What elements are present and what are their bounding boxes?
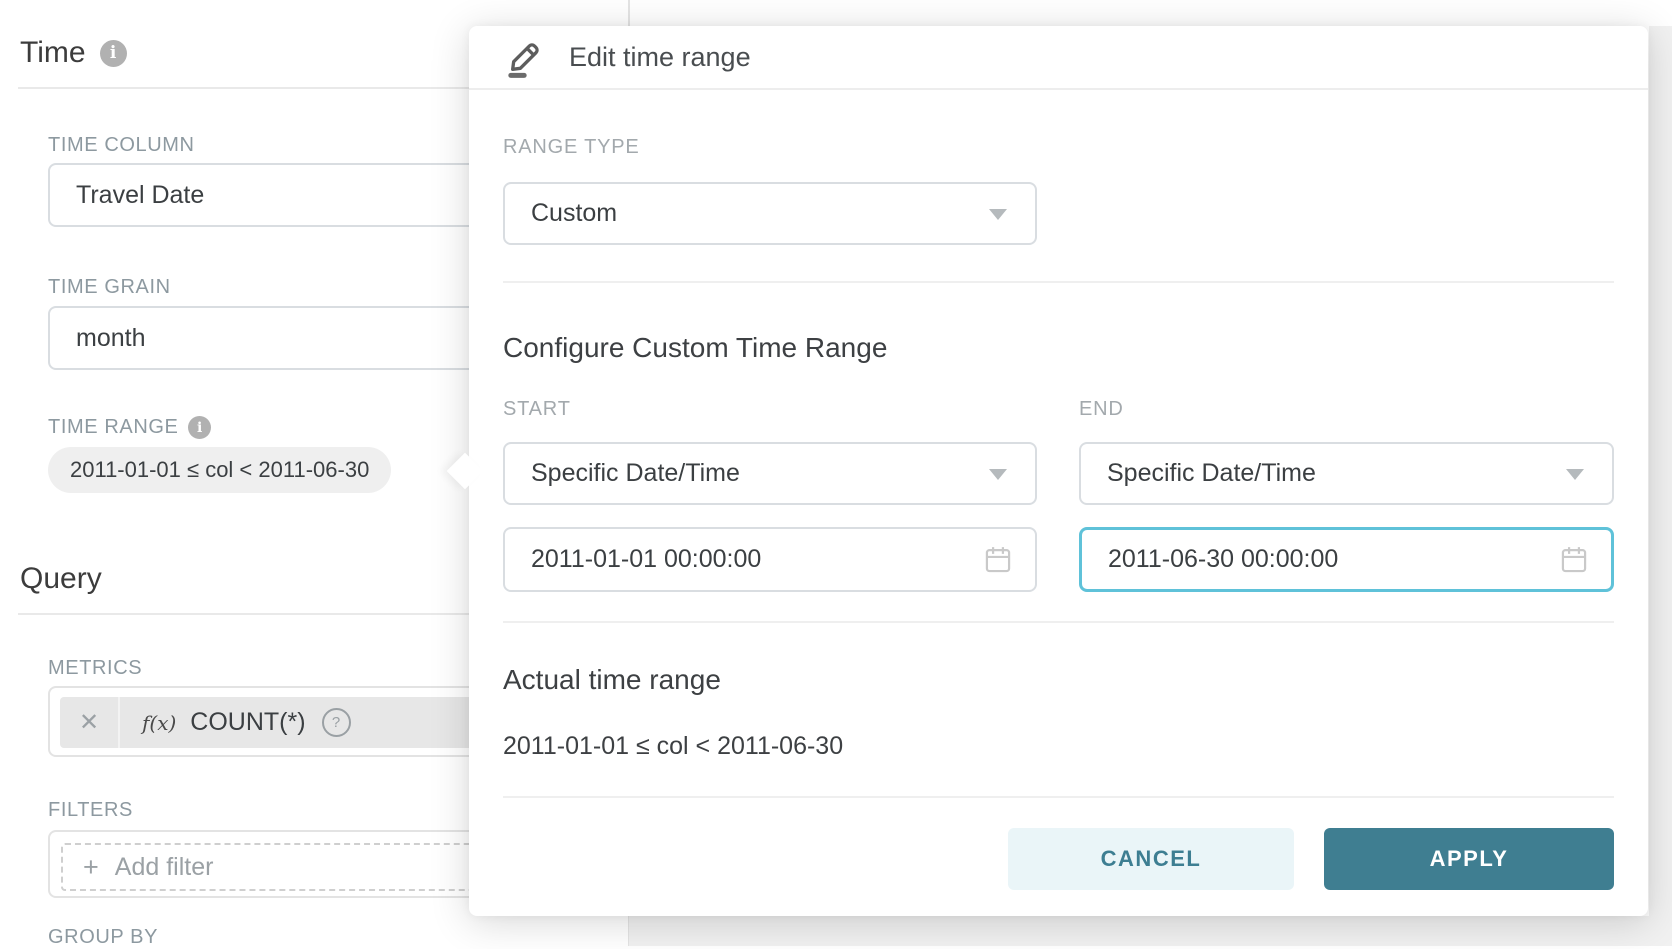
time-column-value: Travel Date	[76, 181, 204, 210]
end-type-select[interactable]: Specific Date/Time	[1079, 442, 1614, 505]
info-icon[interactable]: i	[100, 40, 127, 67]
time-section-label: Time	[20, 36, 86, 70]
start-datetime-value: 2011-01-01 00:00:00	[531, 545, 761, 574]
time-range-label: TIME RANGE	[48, 416, 178, 439]
cancel-button[interactable]: CANCEL	[1008, 828, 1294, 890]
metric-name: COUNT(*)	[190, 708, 305, 737]
start-type-value: Specific Date/Time	[531, 459, 740, 488]
end-datetime-value: 2011-06-30 00:00:00	[1108, 545, 1338, 574]
query-section-label: Query	[20, 562, 102, 596]
fx-icon: f(x)	[142, 711, 176, 735]
time-range-value: 2011-01-01 ≤ col < 2011-06-30	[70, 457, 369, 483]
info-glyph: i	[110, 43, 116, 63]
range-type-select[interactable]: Custom	[503, 182, 1037, 245]
add-filter-label: Add filter	[115, 853, 214, 882]
time-section-title: Time i	[20, 36, 127, 70]
footer-divider	[503, 796, 1614, 798]
time-range-pill[interactable]: 2011-01-01 ≤ col < 2011-06-30	[48, 447, 391, 493]
end-label: END	[1079, 398, 1124, 421]
calendar-icon[interactable]	[983, 544, 1013, 583]
end-type-value: Specific Date/Time	[1107, 459, 1316, 488]
end-datetime-input[interactable]: 2011-06-30 00:00:00	[1079, 527, 1614, 592]
info-icon[interactable]: i	[188, 416, 211, 439]
modal-title: Edit time range	[569, 42, 751, 73]
time-grain-label: TIME GRAIN	[48, 276, 171, 299]
chevron-down-icon	[989, 469, 1007, 480]
chevron-down-icon	[1566, 469, 1584, 480]
edit-time-range-modal: Edit time range RANGE TYPE Custom Config…	[469, 26, 1648, 916]
calendar-icon[interactable]	[1559, 544, 1589, 583]
page-background	[629, 916, 1672, 946]
time-range-label-row: TIME RANGE i	[48, 416, 211, 439]
metrics-label: METRICS	[48, 657, 142, 680]
modal-divider	[503, 621, 1614, 623]
apply-button[interactable]: APPLY	[1324, 828, 1614, 890]
remove-metric-icon[interactable]: ✕	[60, 697, 120, 748]
actual-time-range-heading: Actual time range	[503, 664, 721, 696]
range-type-value: Custom	[531, 199, 617, 228]
time-grain-value: month	[76, 324, 145, 353]
configure-heading: Configure Custom Time Range	[503, 332, 887, 364]
plus-icon: +	[83, 852, 99, 883]
range-type-label: RANGE TYPE	[503, 136, 640, 159]
info-glyph: i	[197, 420, 203, 436]
start-datetime-input[interactable]: 2011-01-01 00:00:00	[503, 527, 1037, 592]
modal-header: Edit time range	[469, 26, 1648, 90]
query-section-title: Query	[20, 562, 102, 596]
start-label: START	[503, 398, 571, 421]
page-background-right	[1649, 26, 1672, 946]
time-column-label: TIME COLUMN	[48, 134, 195, 157]
modal-divider	[503, 281, 1614, 283]
actual-time-range-value: 2011-01-01 ≤ col < 2011-06-30	[503, 732, 843, 761]
pencil-icon	[505, 36, 545, 78]
filters-label: FILTERS	[48, 799, 133, 822]
help-icon[interactable]: ?	[322, 708, 351, 737]
chevron-down-icon	[989, 209, 1007, 220]
start-type-select[interactable]: Specific Date/Time	[503, 442, 1037, 505]
